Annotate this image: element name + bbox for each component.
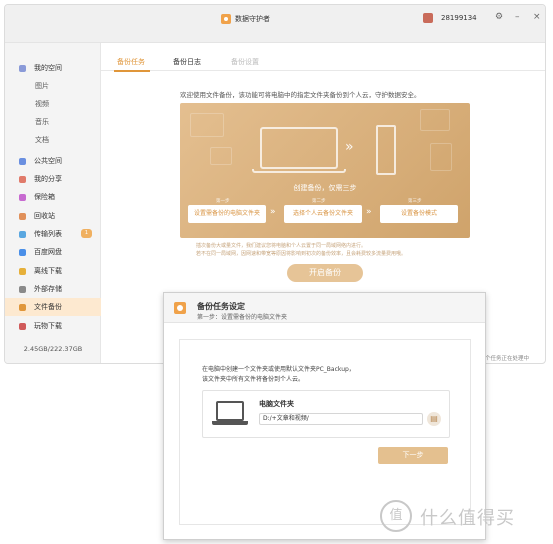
- title-bar: 数据守护者 28199134 ⚙ – ×: [5, 5, 545, 43]
- decor-frame-icon: [210, 147, 232, 165]
- sidebar-item-transfer-list[interactable]: 传输列表 1: [5, 225, 101, 243]
- tab-backup-tasks[interactable]: 备份任务: [117, 57, 145, 67]
- usb-icon: [19, 285, 26, 293]
- laptop-icon: [260, 127, 338, 169]
- backup-note-2: 若不在同一局域网，因网速和带宽等原因将影响到初次的备份效率，且会耗费较多流量费用…: [196, 251, 407, 257]
- app-logo-icon: [174, 302, 186, 314]
- sidebar-item-toy-download[interactable]: 玩物下载: [5, 317, 101, 335]
- step-3-box: 设置备份模式: [380, 205, 458, 223]
- step-2-box: 选择个人云备份文件夹: [284, 205, 362, 223]
- folder-path-input[interactable]: D:/+文章和视频/: [259, 413, 423, 425]
- sidebar-item-file-backup[interactable]: 文件备份: [5, 298, 101, 316]
- transfer-icon: [19, 230, 26, 238]
- sidebar-item-external-storage[interactable]: 外部存储: [5, 280, 101, 298]
- cloud-icon: [19, 248, 26, 256]
- step-arrow-icon: »: [366, 207, 372, 217]
- tab-backup-settings[interactable]: 备份设置: [231, 57, 259, 67]
- safe-icon: [19, 193, 26, 201]
- tab-backup-log[interactable]: 备份日志: [173, 57, 201, 67]
- sidebar-item-music[interactable]: 音乐: [5, 113, 101, 131]
- public-icon: [19, 157, 26, 165]
- nas-server-icon: [376, 125, 396, 175]
- double-chevron-icon: »: [345, 139, 354, 155]
- backup-note-1: 插次备份大或量文件，我们建议您将电脑和个人云置于同一局域网络内进行。: [196, 243, 367, 249]
- tab-bar: 备份任务 备份日志 备份设置: [101, 43, 545, 72]
- step-1-box: 设置需备份的电脑文件夹: [188, 205, 266, 223]
- minimize-icon[interactable]: –: [515, 12, 520, 22]
- transfer-count-badge: 1: [81, 229, 92, 238]
- start-backup-button[interactable]: 开启备份: [287, 264, 363, 282]
- sidebar-item-my-space[interactable]: 我的空间: [5, 59, 101, 77]
- backup-intro: 欢迎使用文件备份，该功能可将电脑中的指定文件夹备份到个人云，守护数据安全。: [180, 91, 421, 99]
- watermark-text: 什么值得买: [420, 508, 515, 529]
- dialog-subtitle: 第一步：设置需备份的电脑文件夹: [197, 314, 288, 321]
- watermark: 值 什么值得买: [380, 498, 550, 538]
- user-id[interactable]: 28199134: [441, 14, 477, 22]
- sidebar-item-my-share[interactable]: 我的分享: [5, 170, 101, 188]
- app-logo-icon: [221, 14, 231, 24]
- step-2-number: 第二步: [312, 199, 326, 204]
- sidebar-item-offline-download[interactable]: 离线下载: [5, 262, 101, 280]
- backup-banner: » 创建备份，仅需三步 第一步 设置需备份的电脑文件夹 » 第二步 选择个人云备…: [180, 103, 470, 238]
- folder-panel: 电脑文件夹 D:/+文章和视频/ ▤: [202, 390, 450, 438]
- dialog-desc-2: 该文件夹中所有文件将备份到个人云。: [202, 376, 305, 383]
- laptop-base-icon: [252, 169, 346, 173]
- storage-usage: 2.45GB/222.37GB: [23, 345, 83, 353]
- sidebar-item-images[interactable]: 图片: [5, 77, 101, 95]
- share-icon: [19, 175, 26, 183]
- step-1-number: 第一步: [216, 199, 230, 204]
- folder-title: 电脑文件夹: [259, 400, 294, 408]
- sidebar: 我的空间 图片 视频 音乐 文档 公共空间 我的分享 保险箱 回收站 传输列表 1…: [5, 43, 101, 363]
- computer-base-icon: [212, 421, 248, 425]
- download-icon: [19, 267, 26, 275]
- decor-frame-icon: [190, 113, 224, 137]
- step-arrow-icon: »: [270, 207, 276, 217]
- dialog-header: 备份任务设定 第一步：设置需备份的电脑文件夹: [164, 293, 485, 323]
- decor-frame-icon: [430, 143, 452, 171]
- dialog-desc-1: 在电脑中创建一个文件夹或使用默认文件夹PC_Backup，: [202, 366, 355, 373]
- trash-icon: [19, 212, 26, 220]
- step-3-number: 第三步: [408, 199, 422, 204]
- sidebar-item-docs[interactable]: 文档: [5, 131, 101, 149]
- next-step-button[interactable]: 下一步: [378, 447, 448, 464]
- avatar[interactable]: [423, 13, 433, 23]
- task-status-text: 个任务正在处理中: [485, 356, 530, 362]
- folder-icon: [19, 64, 26, 72]
- sidebar-item-baidu-netdisk[interactable]: 百度网盘: [5, 243, 101, 261]
- close-icon[interactable]: ×: [533, 12, 541, 22]
- banner-title: 创建备份，仅需三步: [293, 184, 357, 192]
- decor-frame-icon: [420, 109, 450, 131]
- backup-icon: [19, 303, 26, 311]
- dialog-title: 备份任务设定: [197, 302, 245, 311]
- computer-icon: [216, 401, 244, 421]
- settings-icon[interactable]: ⚙: [495, 12, 503, 22]
- sidebar-item-videos[interactable]: 视频: [5, 95, 101, 113]
- sidebar-item-safe-box[interactable]: 保险箱: [5, 188, 101, 206]
- sidebar-item-recycle-bin[interactable]: 回收站: [5, 207, 101, 225]
- toy-icon: [19, 322, 26, 330]
- app-title: 数据守护者: [235, 15, 270, 23]
- watermark-logo: 值: [380, 500, 412, 532]
- active-tab-indicator: [114, 70, 150, 72]
- sidebar-item-public-space[interactable]: 公共空间: [5, 152, 101, 170]
- browse-folder-button[interactable]: ▤: [427, 412, 441, 426]
